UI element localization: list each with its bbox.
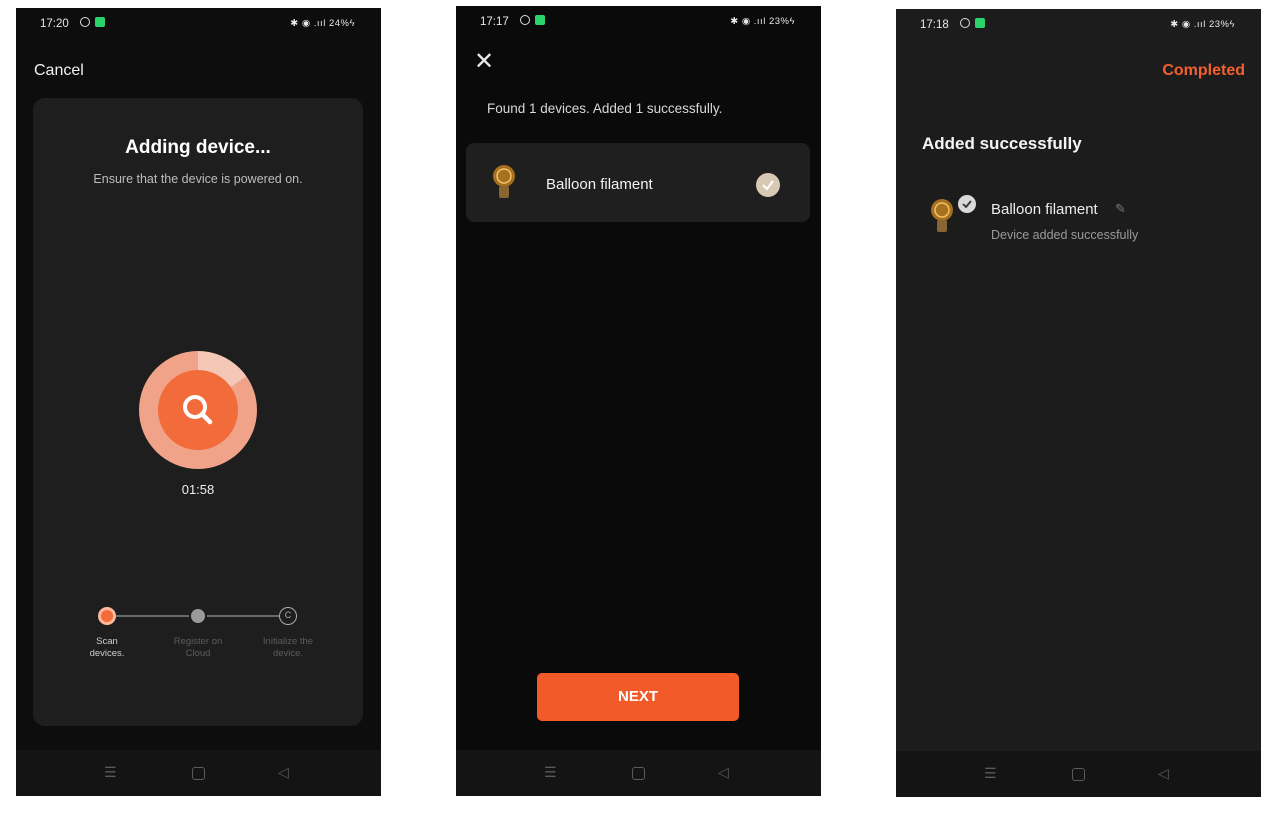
edit-icon[interactable]: ✎ [1115,201,1126,217]
search-icon [183,395,213,425]
found-devices-text: Found 1 devices. Added 1 successfully. [487,101,723,116]
device-name: Balloon filament [546,176,653,193]
page-title: Adding device... [125,137,271,158]
step-label-scan: Scan devices. [89,636,125,659]
cancel-button[interactable]: Cancel [34,62,84,80]
back-nav-icon[interactable]: ◁ [718,764,729,781]
status-indicators: ✱ ◉ .ııl 23%ϟ [1170,19,1235,30]
phone-adding-device: 17:20 ✱ ◉ .ııl 24%ϟ Cancel Adding device… [16,8,381,796]
status-bar: 17:17 ✱ ◉ .ııl 23%ϟ [456,6,821,40]
chat-app-icon [535,15,545,25]
back-nav-icon[interactable]: ◁ [1158,765,1169,782]
menu-nav-icon[interactable]: ☰ [104,764,117,781]
completed-button[interactable]: Completed [1162,62,1245,80]
status-bar: 17:20 ✱ ◉ .ııl 24%ϟ [16,8,381,42]
whatsapp-icon [520,15,530,25]
step-label-initialize: Initialize the device. [262,636,314,659]
whatsapp-icon [80,17,90,27]
next-button[interactable]: NEXT [537,673,739,721]
cloud-step-icon [189,607,207,625]
step-connector [113,615,193,617]
initialize-step-icon: C [279,607,297,625]
whatsapp-icon [960,18,970,28]
phone-added-successfully: 17:18 ✱ ◉ .ııl 23%ϟ Completed Added succ… [896,9,1261,797]
chat-app-icon [975,18,985,28]
device-status-text: Device added successfully [991,228,1139,242]
menu-nav-icon[interactable]: ☰ [544,764,557,781]
bulb-icon [493,165,515,198]
status-indicators: ✱ ◉ .ııl 24%ϟ [290,18,355,29]
home-nav-icon[interactable] [1072,768,1085,781]
bulb-icon [931,199,953,232]
countdown-timer: 01:58 [181,482,215,497]
instruction-text: Ensure that the device is powered on. [93,172,303,186]
status-time: 17:20 [40,18,69,30]
system-nav-bar: ☰ ◁ [896,751,1261,797]
device-list-item[interactable]: Balloon filament [466,143,810,222]
close-icon[interactable]: ✕ [474,50,494,74]
step-scan-active-icon [98,607,116,625]
system-nav-bar: ☰ ◁ [16,750,381,796]
home-nav-icon[interactable] [192,767,205,780]
scan-progress-ring [139,351,257,469]
adding-device-card: Adding device... Ensure that the device … [33,98,363,726]
status-bar: 17:18 ✱ ◉ .ııl 23%ϟ [896,9,1261,43]
check-icon [756,173,780,197]
chat-app-icon [95,17,105,27]
home-nav-icon[interactable] [632,767,645,780]
menu-nav-icon[interactable]: ☰ [984,765,997,782]
status-time: 17:18 [920,19,949,31]
status-time: 17:17 [480,16,509,28]
step-label-register: Register on Cloud [173,636,223,659]
phone-device-found: 17:17 ✱ ◉ .ııl 23%ϟ ✕ Found 1 devices. A… [456,6,821,796]
back-nav-icon[interactable]: ◁ [278,764,289,781]
check-badge-icon [956,193,978,215]
step-connector [205,615,283,617]
page-title: Added successfully [922,134,1082,153]
status-indicators: ✱ ◉ .ııl 23%ϟ [730,16,795,27]
device-name: Balloon filament [991,201,1098,218]
system-nav-bar: ☰ ◁ [456,750,821,796]
